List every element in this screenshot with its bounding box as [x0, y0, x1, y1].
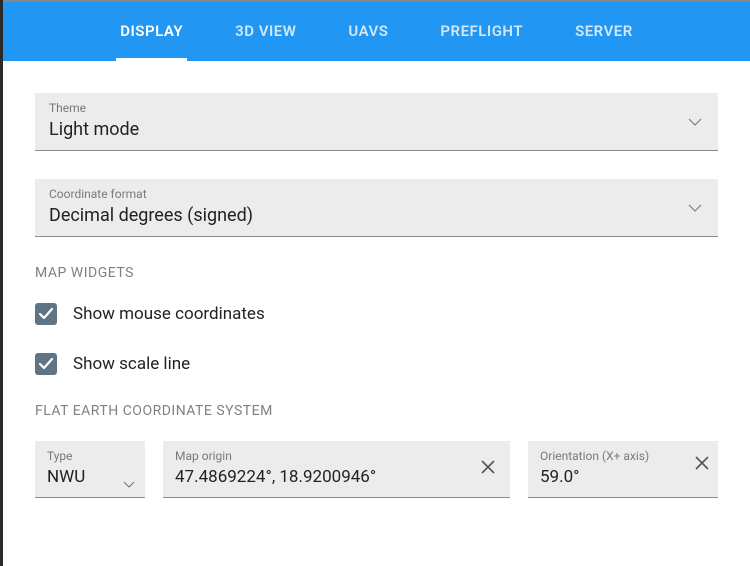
checkbox-label: Show mouse coordinates — [73, 304, 265, 324]
map-origin-field[interactable]: Map origin 47.4869224°, 18.9200946° — [163, 441, 510, 498]
theme-label: Theme — [49, 101, 704, 115]
orientation-value: 59.0° — [540, 467, 706, 487]
checkbox-show-scale-line[interactable]: Show scale line — [35, 353, 718, 375]
coordinate-format-value: Decimal degrees (signed) — [49, 205, 704, 226]
close-icon[interactable] — [694, 455, 710, 475]
checkbox-icon — [35, 303, 57, 325]
chevron-down-icon — [688, 118, 702, 126]
tab-bar: DISPLAY 3D VIEW UAVS PREFLIGHT SERVER — [3, 0, 750, 61]
tab-3d-view[interactable]: 3D VIEW — [231, 2, 300, 61]
orientation-label: Orientation (X+ axis) — [540, 449, 706, 463]
checkbox-icon — [35, 353, 57, 375]
chevron-down-icon — [123, 473, 135, 492]
type-select[interactable]: Type NWU — [35, 441, 145, 498]
tab-preflight[interactable]: PREFLIGHT — [436, 2, 527, 61]
tab-server[interactable]: SERVER — [571, 2, 637, 61]
section-flat-earth: FLAT EARTH COORDINATE SYSTEM — [35, 403, 718, 419]
flat-earth-row: Type NWU Map origin 47.4869224°, 18.9200… — [35, 441, 718, 498]
coordinate-format-label: Coordinate format — [49, 187, 704, 201]
tab-display[interactable]: DISPLAY — [116, 2, 187, 61]
tab-uavs[interactable]: UAVS — [344, 2, 392, 61]
orientation-field[interactable]: Orientation (X+ axis) 59.0° — [528, 441, 718, 498]
theme-select[interactable]: Theme Light mode — [35, 93, 718, 151]
theme-value: Light mode — [49, 119, 704, 140]
chevron-down-icon — [688, 204, 702, 212]
coordinate-format-select[interactable]: Coordinate format Decimal degrees (signe… — [35, 179, 718, 237]
content-area: Theme Light mode Coordinate format Decim… — [3, 61, 750, 518]
map-origin-label: Map origin — [175, 449, 498, 463]
type-label: Type — [47, 449, 133, 463]
close-icon[interactable] — [480, 459, 496, 479]
map-origin-value: 47.4869224°, 18.9200946° — [175, 467, 498, 487]
checkbox-label: Show scale line — [73, 354, 190, 374]
checkbox-show-mouse-coordinates[interactable]: Show mouse coordinates — [35, 303, 718, 325]
type-value: NWU — [47, 467, 133, 487]
section-map-widgets: MAP WIDGETS — [35, 265, 718, 281]
